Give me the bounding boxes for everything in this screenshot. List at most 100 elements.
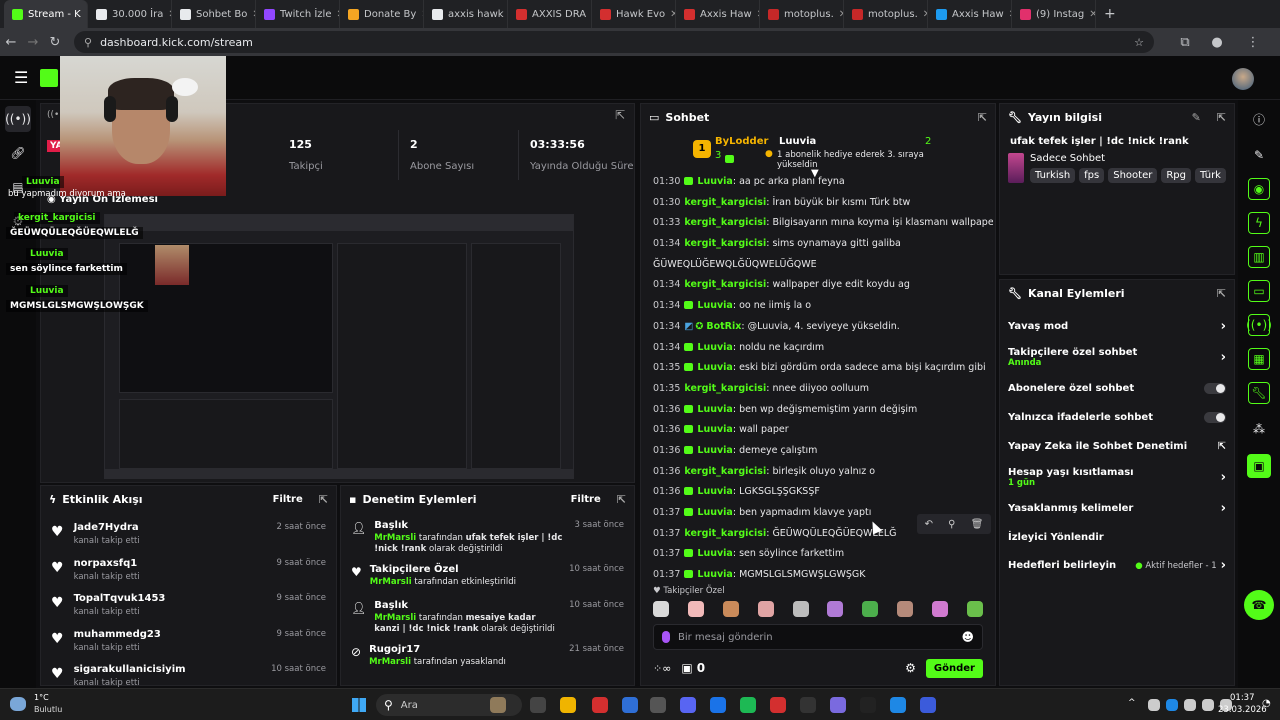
tab-close-icon[interactable]: ✕ (1089, 9, 1095, 20)
message-user[interactable]: Luuvia (697, 404, 732, 415)
expand-icon[interactable]: ⇱ (615, 108, 625, 122)
notes-icon[interactable]: ▥ (1248, 246, 1270, 268)
message-user[interactable]: kergit_kargicisi (684, 528, 766, 539)
profile-icon[interactable]: ● (1206, 35, 1228, 50)
layout-icon[interactable]: ▦ (1248, 348, 1270, 370)
browser-tab[interactable]: Axxis Haw✕ (676, 0, 760, 28)
edit-icon[interactable]: ✎ (1192, 111, 1201, 124)
new-tab-icon[interactable]: + (1104, 6, 1116, 22)
taskbar-app-icon[interactable] (560, 697, 576, 713)
chevron-right-icon[interactable]: › (1221, 319, 1226, 334)
chevron-right-icon[interactable]: › (1221, 470, 1226, 485)
stream-tag[interactable]: Shooter (1108, 168, 1158, 183)
emote-icon[interactable] (966, 601, 983, 617)
moderator-name[interactable]: MrMarsli (374, 533, 416, 543)
broadcast-icon[interactable]: ((•)) (1246, 314, 1272, 336)
stream-tag[interactable]: Rpg (1161, 168, 1191, 183)
info-icon[interactable]: ⓘ (1246, 106, 1272, 132)
taskbar-app-icon[interactable] (622, 697, 638, 713)
taskbar-app-icon[interactable] (710, 697, 726, 713)
user-avatar[interactable] (1232, 68, 1254, 90)
message-user[interactable]: Luuvia (697, 424, 732, 435)
bookmark-star-icon[interactable]: ☆ (1134, 36, 1144, 49)
filter-button[interactable]: Filtre (273, 494, 303, 505)
expand-icon[interactable]: ⇱ (617, 493, 626, 506)
chat-bubble-icon[interactable]: ▭ (1248, 280, 1270, 302)
browser-tab[interactable]: Twitch İzle✕ (256, 0, 340, 28)
message-user[interactable]: Luuvia (697, 569, 732, 580)
channel-action[interactable]: Hedefleri belirleyin ● Aktif hedefler - 1… (1000, 552, 1234, 581)
browser-tab[interactable]: Sohbet Bo✕ (172, 0, 256, 28)
toggle-switch[interactable] (1204, 411, 1226, 423)
notifications-icon[interactable]: ◔ (1262, 698, 1271, 709)
message-user[interactable]: kergit_kargicisi (684, 279, 766, 290)
chat-message[interactable]: 01:36 Luuvia: wall paper (641, 420, 993, 441)
filter-button[interactable]: Filtre (571, 494, 601, 505)
browser-tab[interactable]: Hawk Evo✕ (592, 0, 676, 28)
support-chat-icon[interactable]: ☎︎ (1244, 590, 1274, 620)
wrench-icon[interactable]: 🔧︎ (1248, 382, 1270, 404)
url-field[interactable]: ⚲ dashboard.kick.com/stream ☆ (74, 31, 1154, 53)
pin-icon[interactable]: ⚲ (948, 519, 955, 530)
toggle-switch[interactable] (1204, 383, 1226, 395)
tray-icon[interactable] (1184, 699, 1196, 711)
taskbar-app-icon[interactable] (860, 697, 876, 713)
taskbar-app-icon[interactable] (920, 697, 936, 713)
chat-message[interactable]: ĞÜWEQLÜĞEWQLĞÜQWELÜĞQWE (641, 255, 993, 276)
emote-icon[interactable] (757, 601, 774, 617)
message-user[interactable]: BotRix (706, 321, 741, 332)
browser-tab[interactable]: motoplus.✕ (760, 0, 844, 28)
extensions-icon[interactable]: ⧉ (1174, 35, 1196, 50)
message-user[interactable]: Luuvia (697, 342, 732, 353)
channel-action[interactable]: Yasaklanmış kelimeler › (1000, 494, 1234, 523)
emoji-icon[interactable]: ☻ (961, 630, 974, 644)
moderator-name[interactable]: MrMarsli (374, 613, 416, 623)
chevron-right-icon[interactable]: › (1221, 501, 1226, 516)
message-user[interactable]: kergit_kargicisi (684, 238, 766, 249)
activity-user[interactable]: sigarakullanicisiyim (74, 664, 186, 675)
channel-action[interactable]: Yavaş mod › (1000, 312, 1234, 341)
activity-user[interactable]: TopalTqvuk1453 (74, 593, 166, 604)
chat-message[interactable]: 01:30 Luuvia: aa pc arka planı feyna (641, 172, 993, 193)
moderator-name[interactable]: MrMarsli (370, 577, 412, 587)
message-user[interactable]: Luuvia (697, 362, 732, 373)
live-stream-icon[interactable]: ((•)) (5, 106, 31, 132)
message-user[interactable]: kergit_kargicisi (684, 383, 766, 394)
chat-message[interactable]: 01:35 Luuvia: eski bizi gördüm orda sadec… (641, 358, 993, 379)
channel-action[interactable]: Yapay Zeka ile Sohbet Denetimi ⇱ (1000, 432, 1234, 461)
message-user[interactable]: Luuvia (697, 445, 732, 456)
message-user[interactable]: Luuvia (697, 486, 732, 497)
taskbar-app-icon[interactable] (490, 697, 506, 713)
browser-tab[interactable]: Donate By✕ (340, 0, 424, 28)
taskbar-app-icon[interactable] (800, 697, 816, 713)
chat-settings-icon[interactable]: ⚙︎ (905, 661, 916, 675)
tray-chevron-icon[interactable]: ^ (1128, 698, 1136, 708)
taskbar-app-icon[interactable] (680, 697, 696, 713)
message-user[interactable]: Luuvia (697, 176, 732, 187)
chat-message[interactable]: 01:30 kergit_kargicisi: İran büyük bir kı… (641, 193, 993, 214)
expand-icon[interactable]: ⇱ (1217, 111, 1226, 124)
taskbar-app-icon[interactable] (890, 697, 906, 713)
mic-icon[interactable] (662, 631, 670, 643)
message-input[interactable]: Bir mesaj gönderin ☻ (653, 624, 983, 650)
channel-action[interactable]: Takipçilere özel sohbet Anında › (1000, 341, 1234, 375)
delete-icon[interactable]: 🗑︎ (971, 519, 984, 530)
expand-icon[interactable]: ⇱ (978, 111, 987, 124)
chevron-right-icon[interactable]: › (1221, 350, 1226, 365)
activity-user[interactable]: muhammedg23 (74, 629, 161, 640)
stream-tag[interactable]: Türk (1195, 168, 1226, 183)
taskbar-app-icon[interactable] (770, 697, 786, 713)
link-icon[interactable]: 🔗︎ (5, 140, 31, 166)
expand-icon[interactable]: ⇱ (319, 493, 328, 506)
emote-icon[interactable] (827, 601, 844, 617)
kick-logo[interactable] (40, 69, 58, 87)
channel-action[interactable]: Abonelere özel sohbet (1000, 375, 1234, 404)
emote-icon[interactable] (897, 601, 914, 617)
emote-icon[interactable] (653, 601, 669, 617)
menu-icon[interactable]: ⋮ (1242, 35, 1264, 50)
expand-icon[interactable]: ⇱ (1217, 287, 1226, 300)
chat-message[interactable]: 01:33 kergit_kargicisi: Bilgisayarın mına… (641, 213, 993, 234)
chat-message[interactable]: 01:35 kergit_kargicisi: nnee diiyoo oollu… (641, 379, 993, 400)
stream-tag[interactable]: fps (1079, 168, 1105, 183)
channel-action[interactable]: Yalnızca ifadelerle sohbet (1000, 403, 1234, 432)
